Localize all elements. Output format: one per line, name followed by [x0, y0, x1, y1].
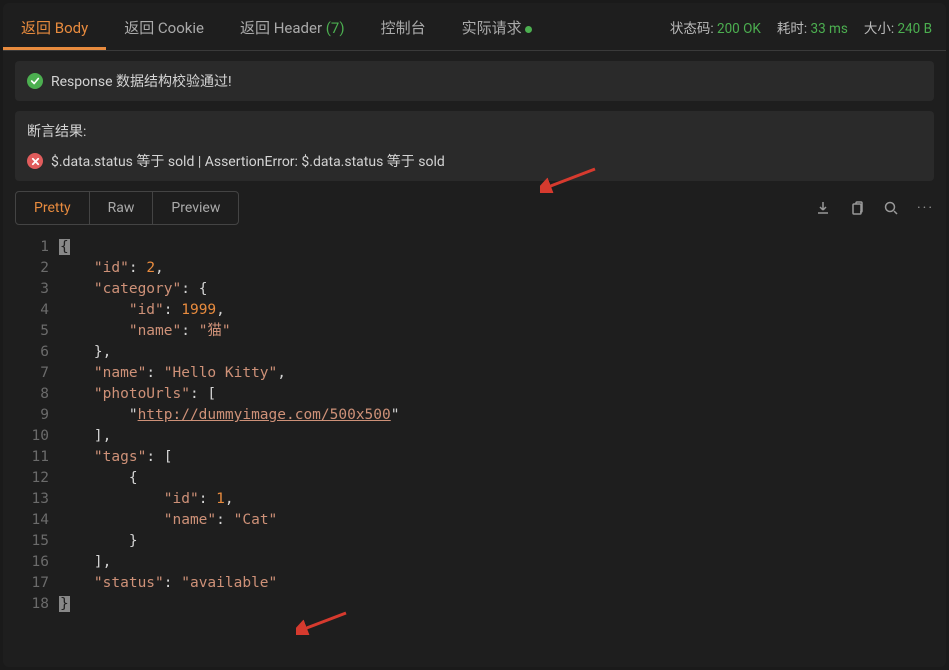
tab-response-header[interactable]: 返回 Header (7)	[222, 3, 363, 50]
view-tab-preview[interactable]: Preview	[153, 192, 238, 224]
view-bar: Pretty Raw Preview ···	[3, 191, 946, 225]
status-dot-icon	[525, 26, 532, 33]
validation-banner: Response 数据结构校验通过!	[15, 61, 934, 101]
check-circle-icon	[27, 73, 43, 89]
assertion-panel: 断言结果: $.data.status 等于 sold | AssertionE…	[15, 111, 934, 181]
view-tab-pretty[interactable]: Pretty	[16, 192, 90, 224]
line-gutter: 123456789101112131415161718	[15, 237, 59, 667]
assertion-row: $.data.status 等于 sold | AssertionError: …	[27, 151, 922, 171]
more-icon[interactable]: ···	[917, 200, 934, 216]
status-code: 状态码: 200 OK	[670, 17, 761, 37]
tab-actual-request[interactable]: 实际请求	[444, 3, 550, 50]
code-viewer[interactable]: 123456789101112131415161718 { "id": 2, "…	[3, 233, 946, 667]
response-meta: 状态码: 200 OK 耗时: 33 ms 大小: 240 B	[670, 17, 932, 37]
search-icon[interactable]	[883, 200, 899, 216]
tab-response-body[interactable]: 返回 Body	[3, 3, 106, 50]
view-tab-raw[interactable]: Raw	[90, 192, 154, 224]
assertion-text: $.data.status 等于 sold | AssertionError: …	[51, 151, 445, 171]
response-tabs: 返回 Body 返回 Cookie 返回 Header (7) 控制台 实际请求	[3, 3, 550, 50]
response-size: 大小: 240 B	[864, 17, 932, 37]
tab-header-count: (7)	[326, 19, 345, 37]
tool-icons: ···	[815, 200, 934, 216]
response-time: 耗时: 33 ms	[777, 17, 848, 37]
download-icon[interactable]	[815, 200, 831, 216]
tab-response-cookie[interactable]: 返回 Cookie	[106, 3, 222, 50]
top-bar: 返回 Body 返回 Cookie 返回 Header (7) 控制台 实际请求…	[3, 3, 946, 51]
assertion-title: 断言结果:	[27, 121, 922, 141]
copy-icon[interactable]	[849, 200, 865, 216]
tab-console[interactable]: 控制台	[363, 3, 444, 50]
tab-header-label: 返回 Header	[240, 19, 326, 37]
cross-circle-icon	[27, 153, 43, 169]
view-mode-tabs: Pretty Raw Preview	[15, 191, 239, 225]
code-content: { "id": 2, "category": { "id": 1999, "na…	[59, 237, 946, 667]
validation-text: Response 数据结构校验通过!	[51, 71, 232, 91]
tab-actual-label: 实际请求	[462, 19, 522, 37]
